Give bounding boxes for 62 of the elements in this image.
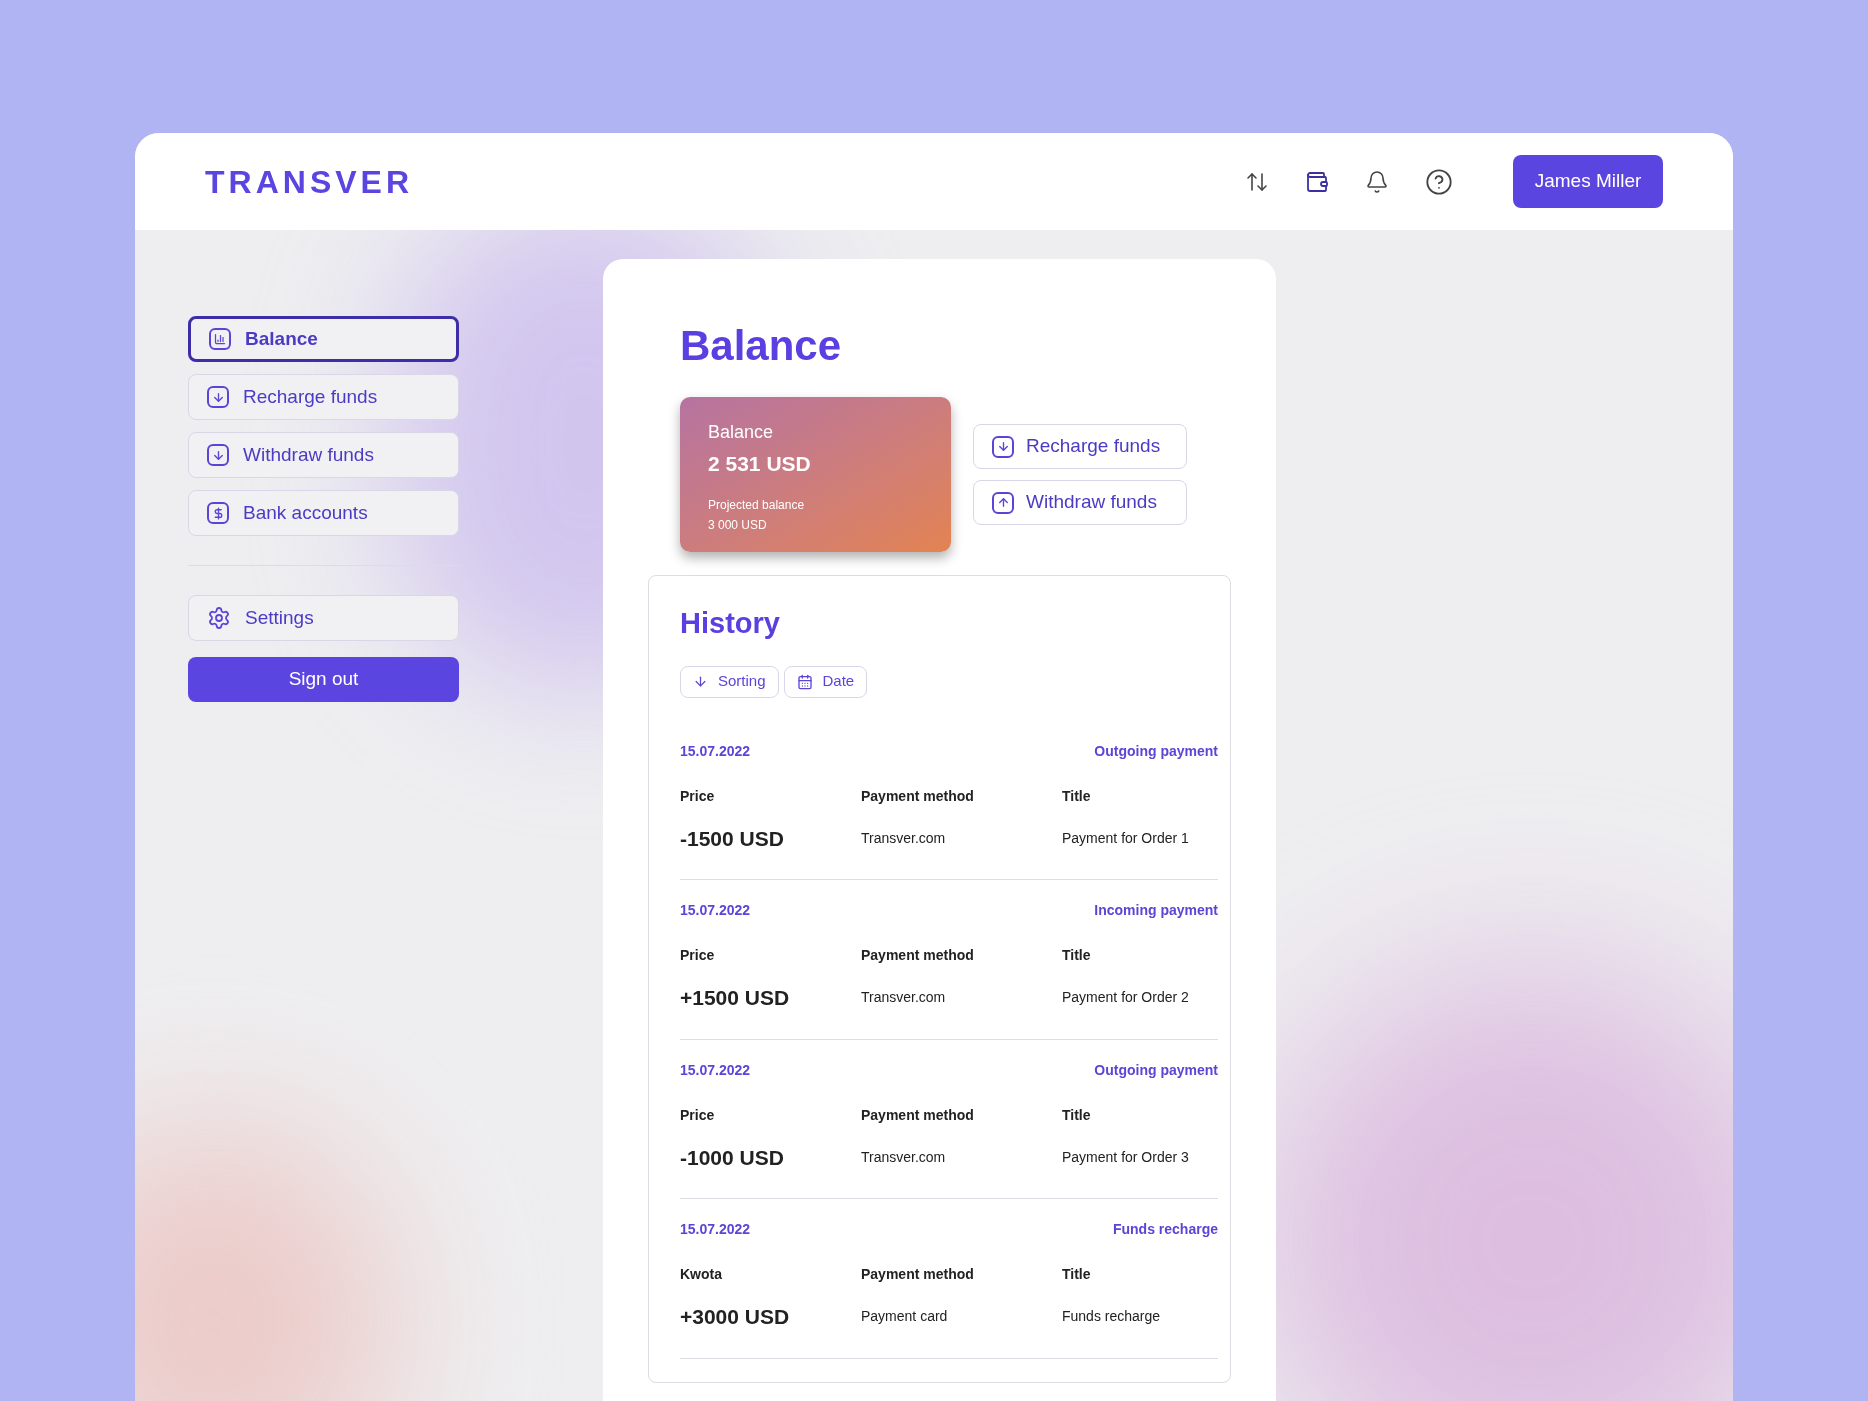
- column-label: Payment method: [861, 946, 975, 965]
- card-label: Balance: [708, 421, 775, 444]
- page-title: Balance: [680, 321, 843, 371]
- entry-date: 15.07.2022: [680, 1060, 751, 1080]
- logo[interactable]: TRANSVER: [205, 157, 413, 206]
- column-label: Kwota: [680, 1265, 723, 1284]
- down-arrow-icon: [207, 386, 229, 408]
- up-arrow-icon: [992, 491, 1014, 514]
- entry-type: Outgoing payment: [1094, 741, 1218, 761]
- action-button[interactable]: Withdraw funds: [973, 480, 1187, 525]
- settings-icon: [207, 606, 231, 630]
- entry-title: Funds recharge: [1062, 1307, 1162, 1327]
- dollar-icon: [207, 502, 229, 524]
- sidebar-item[interactable]: Withdraw funds: [188, 432, 459, 478]
- action-button[interactable]: Recharge funds: [973, 424, 1187, 469]
- entry-amount: +1500 USD: [680, 985, 791, 1011]
- wallet-icon[interactable]: [1305, 169, 1329, 194]
- column-label: Title: [1062, 1265, 1092, 1284]
- projected-amount: 3 000 USD: [708, 517, 768, 534]
- column-label: Payment method: [861, 786, 975, 806]
- entry-title: Payment for Order 3: [1062, 1147, 1190, 1167]
- user-button[interactable]: James Miller: [1513, 155, 1663, 208]
- entry-amount: -1000 USD: [680, 1144, 785, 1171]
- entry-date: 15.07.2022: [680, 741, 751, 761]
- calendar-icon: [796, 673, 813, 690]
- sign-out-button[interactable]: Sign out: [188, 657, 459, 702]
- down-arrow-icon: [693, 674, 708, 689]
- history-title: History: [680, 606, 781, 641]
- entry-type: Outgoing payment: [1094, 1060, 1218, 1080]
- sidebar-item[interactable]: Bank accounts: [188, 490, 459, 536]
- card-amount: 2 531 USD: [708, 451, 812, 477]
- payment-method: Payment card: [861, 1307, 949, 1327]
- entry-amount: -1500 USD: [680, 825, 785, 852]
- down-arrow-icon: [992, 435, 1014, 458]
- column-label: Title: [1062, 946, 1092, 965]
- column-label: Price: [680, 1105, 716, 1125]
- entry-type: Funds recharge: [1112, 1220, 1218, 1239]
- column-label: Payment method: [861, 1105, 975, 1125]
- column-label: Title: [1062, 786, 1092, 806]
- payment-method: Transver.com: [861, 988, 947, 1008]
- column-label: Price: [680, 946, 716, 965]
- column-label: Payment method: [861, 1265, 975, 1284]
- entry-title: Payment for Order 2: [1062, 988, 1190, 1008]
- entry-type: Incoming payment: [1094, 901, 1218, 920]
- filter-button[interactable]: Date: [783, 665, 868, 698]
- down-arrow-icon: [207, 444, 229, 466]
- entry-title: Payment for Order 1: [1062, 828, 1190, 848]
- bar-chart-icon: [209, 328, 231, 350]
- column-label: Title: [1062, 1105, 1092, 1125]
- help-icon[interactable]: [1425, 167, 1453, 196]
- sidebar-item[interactable]: Balance: [188, 316, 459, 362]
- filter-button[interactable]: Sorting: [680, 665, 779, 698]
- entry-date: 15.07.2022: [680, 901, 751, 920]
- sidebar-item[interactable]: Recharge funds: [188, 374, 459, 420]
- payment-method: Transver.com: [861, 828, 947, 848]
- settings-button[interactable]: Settings: [188, 595, 459, 641]
- bell-icon[interactable]: [1365, 169, 1389, 194]
- payment-method: Transver.com: [861, 1147, 947, 1167]
- column-label: Price: [680, 786, 716, 806]
- projected-label: Projected balance: [708, 497, 806, 514]
- entry-date: 15.07.2022: [680, 1220, 751, 1239]
- entry-amount: +3000 USD: [680, 1304, 791, 1330]
